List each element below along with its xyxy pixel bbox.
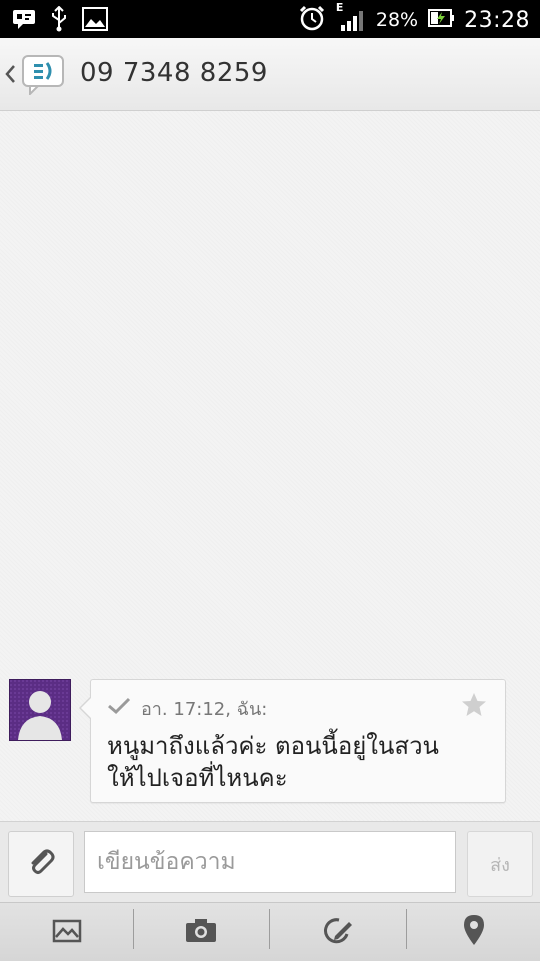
image-notification-icon [82, 7, 108, 35]
bubble-tail-fill [81, 697, 92, 719]
message-list[interactable]: อา. 17:12, ฉัน: หนูมาถึงแล้วค่ะ ตอนนี้อย… [0, 111, 540, 821]
signal-icon: E [336, 1, 366, 35]
chevron-left-icon [4, 64, 16, 88]
compose-bar: ส่ง [0, 821, 540, 902]
message-body: หนูมาถึงแล้วค่ะ ตอนนี้อยู่ในสวน ให้ไปเจอ… [107, 730, 492, 794]
camera-icon [185, 917, 217, 947]
camera-button[interactable] [134, 903, 268, 961]
message-notification-icon [12, 8, 36, 34]
conversation-header: 09 7348 8259 [0, 38, 540, 111]
send-button[interactable]: ส่ง [467, 831, 533, 897]
clock: 23:28 [464, 7, 530, 33]
location-button[interactable] [407, 903, 540, 961]
message-timestamp: อา. 17:12, ฉัน: [141, 699, 268, 720]
message-line-2: ให้ไปเจอที่ไหนคะ [107, 764, 288, 792]
battery-charging-icon [428, 8, 455, 32]
checkmark-icon [107, 697, 131, 720]
sketch-icon [321, 916, 353, 948]
paperclip-icon [27, 847, 55, 881]
contact-phone-number: 09 7348 8259 [80, 58, 268, 88]
usb-icon [50, 5, 68, 36]
sketch-button[interactable] [270, 903, 404, 961]
gallery-icon [52, 917, 82, 947]
back-button[interactable] [4, 53, 74, 99]
status-bar: E 28% 23:28 [0, 0, 540, 38]
messaging-app-icon [20, 53, 68, 99]
message-meta: อา. 17:12, ฉัน: [107, 694, 267, 723]
alarm-icon [298, 4, 326, 36]
battery-percent: 28% [375, 9, 419, 31]
message-input[interactable] [84, 831, 456, 893]
location-pin-icon [463, 914, 485, 950]
status-right-icons: E 28% 23:28 [298, 1, 530, 36]
status-left-icons [12, 5, 108, 36]
default-contact-avatar-icon[interactable] [9, 679, 71, 741]
message-bubble[interactable]: อา. 17:12, ฉัน: หนูมาถึงแล้วค่ะ ตอนนี้อย… [79, 679, 506, 803]
send-button-label: ส่ง [490, 854, 510, 876]
gallery-button[interactable] [0, 903, 134, 961]
bottom-toolbar [0, 902, 540, 961]
attach-button[interactable] [8, 831, 74, 897]
message-item[interactable]: อา. 17:12, ฉัน: หนูมาถึงแล้วค่ะ ตอนนี้อย… [8, 679, 532, 806]
message-line-1: หนูมาถึงแล้วค่ะ ตอนนี้อยู่ในสวน [107, 732, 439, 760]
star-icon[interactable] [461, 692, 487, 722]
